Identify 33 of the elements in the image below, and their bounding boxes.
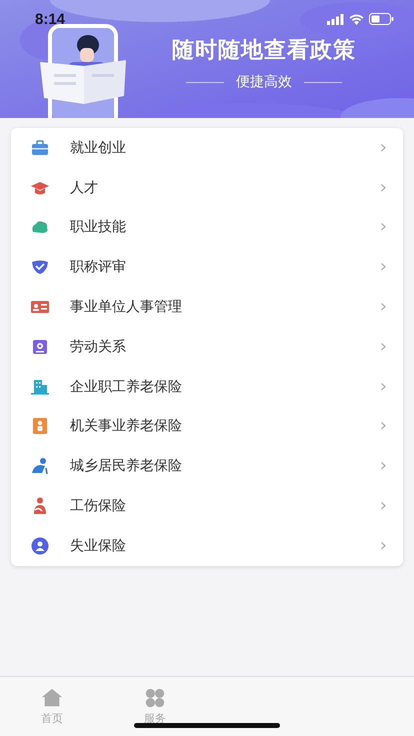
menu-item[interactable]: 企业职工养老保险 › [11, 366, 403, 407]
signal-icon [327, 14, 344, 24]
wifi-icon [349, 14, 364, 24]
menu-item[interactable]: 失业保险 › [11, 526, 403, 566]
chevron-icon: › [380, 258, 387, 276]
chevron-icon: › [380, 298, 387, 316]
status-time: 8:14 [35, 10, 66, 28]
chevron-icon: › [380, 378, 387, 396]
chevron-icon: › [380, 536, 387, 555]
banner-subtitle: 便捷高效 [236, 73, 292, 91]
menu-item[interactable]: 城乡居民养老保险 › [11, 446, 403, 486]
battery-icon [369, 13, 394, 25]
person-circle-icon [30, 536, 50, 556]
menu-item[interactable]: 职业技能 › [11, 208, 403, 248]
menu-item[interactable]: 职称评审 › [11, 247, 403, 288]
chevron-icon: › [380, 497, 387, 516]
menu-item[interactable]: 工伤保险 › [11, 486, 403, 526]
menu-item[interactable]: 人才 › [11, 168, 403, 208]
home-icon [40, 687, 64, 709]
person-cane-icon [30, 456, 50, 476]
chevron-icon: › [380, 218, 387, 236]
chevron-icon: › [380, 457, 387, 476]
menu-item[interactable]: 机关事业养老保险 › [11, 406, 403, 446]
grid-icon [143, 687, 167, 709]
briefcase-icon [30, 138, 50, 158]
menu-item[interactable]: 劳动关系 › [11, 326, 403, 367]
menu-item[interactable]: 就业创业 › [11, 128, 403, 168]
chevron-icon: › [380, 338, 387, 356]
chevron-icon: › [380, 138, 387, 157]
banner-title: 随时随地查看政策 [172, 37, 356, 65]
chevron-icon: › [380, 417, 387, 436]
chevron-icon: › [380, 178, 387, 197]
menu-item[interactable]: 事业单位人事管理 › [11, 287, 403, 327]
